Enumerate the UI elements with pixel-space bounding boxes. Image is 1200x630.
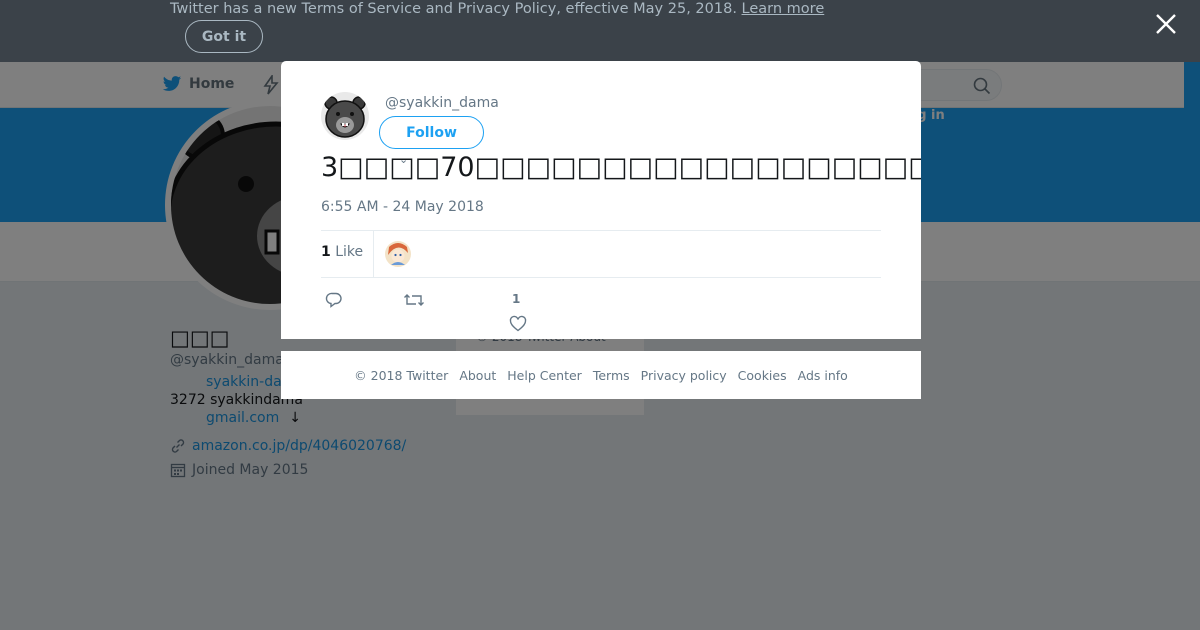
follow-button[interactable]: Follow bbox=[379, 116, 484, 149]
tweet-modal: @syakkin_dama Follow ⌄ 3□□□□70□□□□□□□□□□… bbox=[281, 61, 921, 339]
footer-copyright: © 2018 Twitter bbox=[354, 367, 449, 383]
footer-ads-info-link[interactable]: Ads info bbox=[798, 368, 848, 383]
heart-icon[interactable] bbox=[509, 315, 527, 333]
modal-footer: © 2018 Twitter About Help Center Terms P… bbox=[281, 351, 921, 399]
terms-banner: Twitter has a new Terms of Service and P… bbox=[0, 0, 1200, 62]
banner-message: Twitter has a new Terms of Service and P… bbox=[170, 1, 824, 17]
footer-about-link[interactable]: About bbox=[459, 368, 496, 383]
bear-avatar-image bbox=[321, 92, 369, 140]
footer-privacy-link[interactable]: Privacy policy bbox=[641, 368, 727, 383]
likes-stat[interactable]: 1 Like bbox=[321, 244, 363, 260]
tweet-timestamp[interactable]: 6:55 AM - 24 May 2018 bbox=[321, 199, 484, 215]
footer-cookies-link[interactable]: Cookies bbox=[738, 368, 787, 383]
got-it-button[interactable]: Got it bbox=[185, 20, 263, 53]
like-action-count: 1 bbox=[512, 292, 521, 306]
liker-avatar[interactable] bbox=[385, 241, 411, 267]
tweet-actions: 1 bbox=[321, 287, 881, 337]
close-icon[interactable] bbox=[1154, 12, 1178, 36]
learn-more-link[interactable]: Learn more bbox=[742, 1, 825, 17]
reply-icon[interactable] bbox=[325, 291, 343, 309]
stats-divider bbox=[373, 231, 374, 277]
tweet-stats: 1 Like bbox=[321, 230, 881, 278]
tweet-author-handle[interactable]: @syakkin_dama bbox=[385, 95, 499, 111]
tweet-author-avatar[interactable] bbox=[321, 92, 369, 140]
banner-text: Twitter has a new Terms of Service and P… bbox=[170, 1, 737, 17]
liker-avatar-image bbox=[385, 241, 411, 267]
footer-help-center-link[interactable]: Help Center bbox=[507, 368, 582, 383]
likes-count: 1 bbox=[321, 244, 331, 260]
tweet-text: 3□□□□70□□□□□□□□□□□□□□□□□□□□□□□□□□□□□□□□□… bbox=[321, 152, 921, 183]
footer-terms-link[interactable]: Terms bbox=[593, 368, 630, 383]
retweet-icon[interactable] bbox=[403, 291, 425, 309]
likes-label: Like bbox=[335, 244, 364, 260]
